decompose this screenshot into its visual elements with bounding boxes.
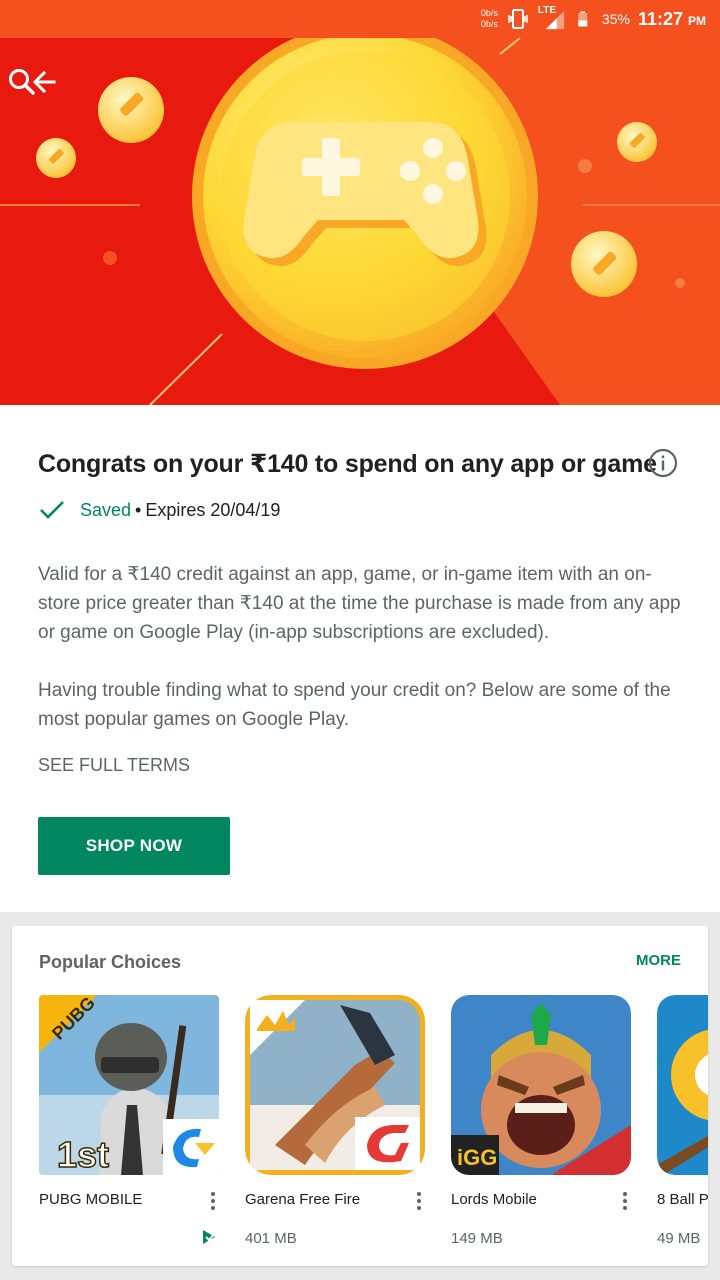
app-icon-8-ball-pool[interactable]: 1 — [657, 995, 708, 1175]
separator-dot: • — [135, 499, 142, 520]
svg-text:1st: 1st — [57, 1134, 109, 1175]
vibrate-icon — [508, 9, 528, 29]
download-speed: 0b/s — [480, 19, 498, 29]
app-name: 8 Ball Pool — [657, 1191, 708, 1208]
saved-label: Saved — [80, 499, 132, 520]
app-card-free-fire[interactable]: Garena Free Fire 401 MB — [245, 995, 425, 1247]
app-icon-pubg[interactable]: PUBG 1st — [39, 995, 219, 1175]
upload-speed: 0b/s — [480, 8, 498, 18]
overflow-menu-icon[interactable] — [413, 1190, 425, 1212]
check-icon — [40, 501, 64, 519]
popular-choices-card: Popular Choices MORE PUBG 1st PUBG MOBIL… — [12, 926, 708, 1266]
app-card-pubg[interactable]: PUBG 1st PUBG MOBILE — [39, 995, 219, 1244]
search-icon[interactable] — [0, 60, 44, 104]
svg-text:iGG: iGG — [457, 1145, 497, 1170]
rewards-coin-illustration — [0, 38, 720, 405]
app-card-8-ball-pool[interactable]: 1 8 Ball Pool 49 MB — [657, 995, 708, 1247]
lte-signal-icon: LTE — [538, 5, 568, 31]
svg-text:1: 1 — [707, 1061, 708, 1094]
installed-icon — [203, 1230, 217, 1244]
app-name: Garena Free Fire — [245, 1191, 361, 1208]
clock: 11:27 PM — [638, 9, 706, 30]
overflow-menu-icon[interactable] — [207, 1190, 219, 1212]
app-size: 49 MB — [657, 1230, 701, 1247]
battery-percent: 35% — [601, 11, 630, 27]
see-full-terms-link[interactable]: SEE FULL TERMS — [38, 755, 190, 776]
network-speed: 0b/s 0b/s — [476, 8, 498, 30]
overflow-menu-icon[interactable] — [619, 1190, 631, 1212]
app-size: 401 MB — [245, 1230, 297, 1247]
app-size: 149 MB — [451, 1230, 503, 1247]
offer-suggestion-text: Having trouble finding what to spend you… — [38, 680, 671, 730]
hero-banner — [0, 38, 720, 405]
app-name: Lords Mobile — [451, 1191, 537, 1208]
offer-description: Valid for a ₹140 credit against an app, … — [38, 564, 681, 643]
app-icon-lords-mobile[interactable]: iGG — [451, 995, 631, 1175]
shop-now-button[interactable]: SHOP NOW — [38, 817, 230, 875]
section-title: Popular Choices — [39, 952, 182, 972]
app-name: PUBG MOBILE — [39, 1191, 143, 1208]
app-icon-free-fire[interactable] — [245, 995, 425, 1175]
saved-status-row: Saved • Expires 20/04/19 — [38, 497, 280, 523]
offer-title: Congrats on your ₹140 to spend on any ap… — [38, 450, 657, 478]
clock-ampm: PM — [688, 13, 706, 28]
offer-card: Congrats on your ₹140 to spend on any ap… — [0, 405, 720, 912]
app-card-lords-mobile[interactable]: iGG Lords Mobile 149 MB — [451, 995, 631, 1247]
info-icon[interactable] — [647, 447, 679, 479]
battery-icon — [578, 11, 588, 27]
more-button[interactable]: MORE — [636, 952, 681, 969]
clock-time: 11:27 — [637, 8, 683, 29]
status-bar: 0b/s 0b/s LTE 35% 11:27 PM — [0, 0, 720, 38]
expiry-date: Expires 20/04/19 — [145, 499, 281, 520]
